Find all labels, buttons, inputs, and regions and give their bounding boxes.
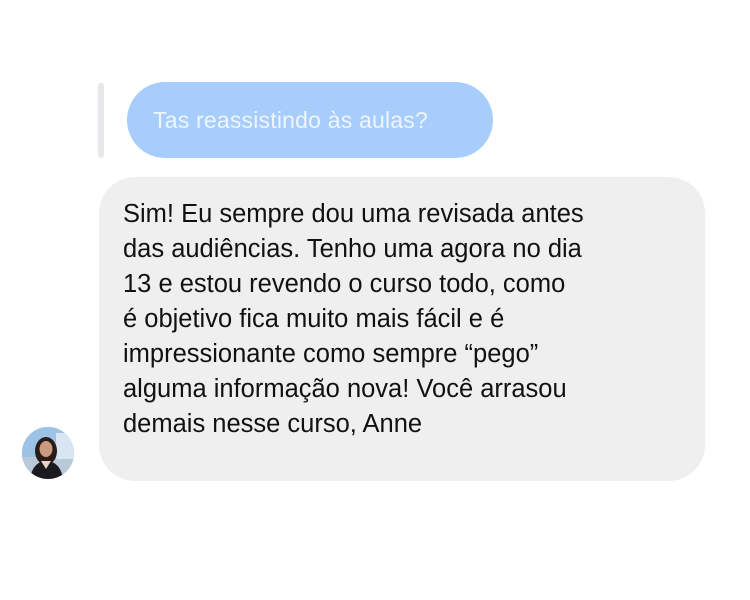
- message-bubble[interactable]: Sim! Eu sempre dou uma revisada antes da…: [99, 177, 705, 481]
- message-line: das audiências. Tenho uma agora no dia: [123, 235, 582, 263]
- reply-quote-bar: [98, 83, 104, 158]
- sender-avatar[interactable]: [22, 427, 74, 479]
- quoted-message-text: Tas reassistindo às aulas?: [153, 106, 428, 133]
- message-line: 13 e estou revendo o curso todo, como: [123, 270, 566, 298]
- message-line: impressionante como sempre “pego”: [123, 340, 539, 368]
- message-line: alguma informação nova! Você arrasou: [123, 375, 567, 403]
- message-line: é objetivo fica muito mais fácil e é: [123, 305, 505, 333]
- message-line: Sim! Eu sempre dou uma revisada antes: [123, 200, 584, 228]
- message-line: demais nesse curso, Anne: [123, 410, 423, 438]
- user-avatar-icon: [22, 427, 74, 479]
- quoted-message-bubble[interactable]: Tas reassistindo às aulas?: [127, 82, 493, 158]
